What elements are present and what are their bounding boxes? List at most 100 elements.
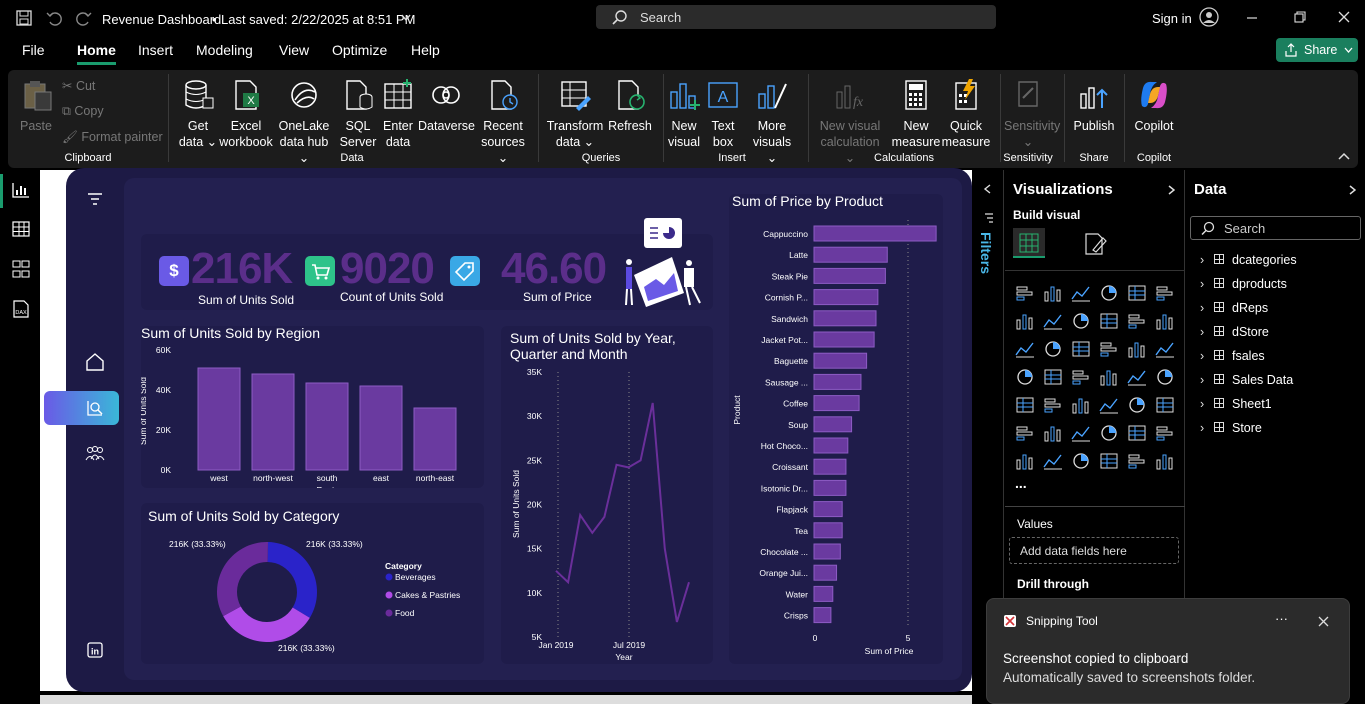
sql-server-button[interactable]: SQL Server [338,78,378,150]
chevron-right-icon[interactable] [1167,185,1175,195]
menu-insert[interactable]: Insert [138,42,173,58]
menu-optimize[interactable]: Optimize [332,42,387,58]
table-item[interactable]: › dcategories [1200,251,1297,269]
100-bar-visual-icon[interactable] [1127,284,1147,302]
sparkle-visual-icon[interactable] [1127,452,1147,470]
menu-view[interactable]: View [279,42,309,58]
table-view-icon[interactable] [12,221,30,237]
chevron-right-icon[interactable]: › [1200,419,1214,437]
model-view-icon[interactable] [12,260,30,278]
decomposition-tree-visual-icon[interactable] [1071,424,1091,442]
new-visual-button[interactable]: New visual [666,78,702,150]
filled-map-visual-icon[interactable] [1071,368,1091,386]
report-view-icon[interactable] [12,182,30,198]
smart-narrative-visual-icon[interactable] [1127,424,1147,442]
funnel-bars-visual-icon[interactable] [1155,312,1175,330]
excel-workbook-button[interactable]: X Excel workbook [218,78,274,150]
line-visual-icon[interactable] [1015,312,1035,330]
more-options-icon[interactable]: ··· [1275,611,1288,626]
copilot-button[interactable]: Copilot [1132,78,1176,134]
table-item[interactable]: › Sheet1 [1200,395,1272,413]
area-visual-icon[interactable] [1043,312,1063,330]
new-measure-button[interactable]: New measure [888,78,944,150]
more-visuals-ellipsis[interactable]: ... [1015,475,1027,491]
chevron-down-icon[interactable] [401,14,411,22]
scatter-visual-icon[interactable] [1099,340,1119,358]
qa-visual-icon[interactable] [1099,424,1119,442]
menu-home[interactable]: Home [77,42,116,58]
chevron-right-icon[interactable]: › [1200,371,1214,389]
metrics-visual-icon[interactable] [1099,452,1119,470]
undo-icon[interactable] [46,10,62,26]
power-automate-visual-icon[interactable] [1071,452,1091,470]
data-search-input[interactable]: Search [1190,216,1361,240]
format-visual-icon[interactable] [1083,232,1107,256]
table-item[interactable]: › dReps [1200,299,1268,317]
document-title[interactable]: Revenue Dashboard [102,12,221,27]
combo-visual-icon[interactable] [1043,340,1063,358]
restore-icon[interactable] [1294,11,1306,23]
chevron-right-icon[interactable]: › [1200,323,1214,341]
stacked-area-visual-icon[interactable] [1071,312,1091,330]
ribbon-visual-icon[interactable] [1099,312,1119,330]
get-data-button[interactable]: Get data ⌄ [176,78,220,150]
paste-button[interactable]: Paste [16,78,56,134]
dataverse-button[interactable]: Dataverse [418,78,475,134]
chevron-right-icon[interactable] [1348,185,1356,195]
transform-data-button[interactable]: Transform data ⌄ [546,78,604,150]
avatar-icon[interactable] [1199,7,1219,27]
r-visual-visual-icon[interactable] [1155,396,1175,414]
clustered-column-visual-icon[interactable] [1099,284,1119,302]
stacked-bar-visual-icon[interactable] [1015,284,1035,302]
cut-button[interactable]: ✂ Cut [62,78,95,93]
analysis-page-button[interactable] [44,391,119,425]
redo-icon[interactable] [76,10,92,26]
table-item[interactable]: › fsales [1200,347,1265,365]
sign-in-link[interactable]: Sign in [1152,11,1192,26]
quick-measure-button[interactable]: Quick measure [938,78,994,150]
power-apps-visual-icon[interactable] [1043,452,1063,470]
search-box[interactable]: Search [596,5,996,29]
table-item[interactable]: › Store [1200,419,1262,437]
people-icon[interactable] [85,445,105,463]
stacked-column-visual-icon[interactable] [1043,284,1063,302]
line-column-visual-icon[interactable] [1015,340,1035,358]
format-painter-button[interactable]: 🖌 Format painter [62,130,163,145]
save-icon[interactable] [16,10,32,26]
close-icon[interactable] [1338,11,1350,23]
matrix-visual-icon[interactable] [1127,396,1147,414]
clustered-bar-visual-icon[interactable] [1071,284,1091,302]
waterfall-visual-icon[interactable] [1127,312,1147,330]
menu-modeling[interactable]: Modeling [196,42,253,58]
table-item[interactable]: › dproducts [1200,275,1287,293]
table-item[interactable]: › dStore [1200,323,1269,341]
azure-map-visual-icon[interactable] [1099,368,1119,386]
text-box-button[interactable]: A Text box [706,78,740,150]
enter-data-button[interactable]: Enter data [380,78,416,150]
refresh-button[interactable]: Refresh [604,78,656,134]
publish-button[interactable]: Publish [1072,78,1116,134]
treemap-visual-icon[interactable] [1015,368,1035,386]
minimize-icon[interactable] [1246,12,1258,24]
menu-help[interactable]: Help [411,42,440,58]
map-visual-icon[interactable] [1043,368,1063,386]
funnel-visual-icon[interactable] [1071,340,1091,358]
close-icon[interactable] [1318,616,1329,627]
trophy-visual-icon[interactable] [1155,424,1175,442]
chevron-right-icon[interactable]: › [1200,395,1214,413]
build-visual-tab[interactable] [1013,228,1045,258]
kpi-visual-icon[interactable] [1043,396,1063,414]
sensitivity-button[interactable]: Sensitivity ⌄ [1004,78,1060,150]
gauge-visual-icon[interactable] [1127,368,1147,386]
100-column-visual-icon[interactable] [1155,284,1175,302]
chevron-right-icon[interactable]: › [1200,299,1214,317]
pie-visual-icon[interactable] [1127,340,1147,358]
chevrons-visual-icon[interactable] [1155,452,1175,470]
chevron-left-icon[interactable] [983,184,991,194]
snipping-tool-notification[interactable]: Snipping Tool ··· Screenshot copied to c… [986,598,1350,704]
table-visual-icon[interactable] [1099,396,1119,414]
filters-label[interactable]: Filters [978,232,994,274]
chevron-right-icon[interactable]: › [1200,251,1214,269]
multi-card-visual-icon[interactable] [1015,396,1035,414]
share-button[interactable]: Share [1276,38,1358,62]
